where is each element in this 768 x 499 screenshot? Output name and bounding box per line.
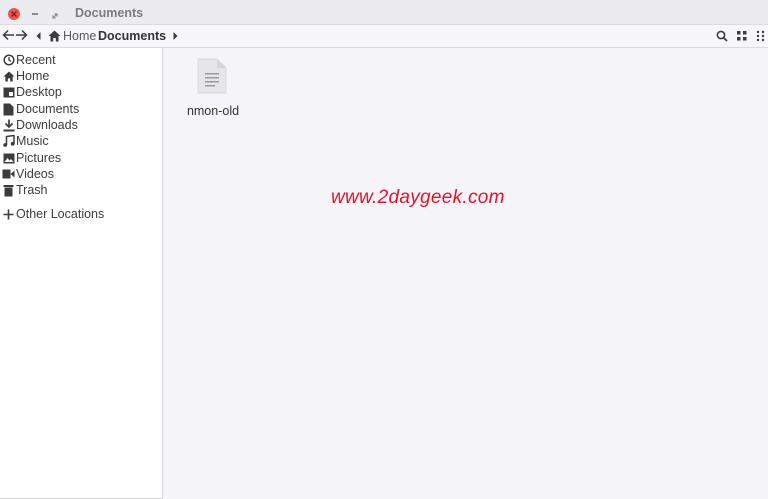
back-arrow-icon[interactable] [2, 29, 15, 41]
grid-view-icon[interactable] [737, 31, 747, 41]
sidebar-item-label: Videos [16, 167, 54, 181]
close-icon [11, 11, 17, 17]
sidebar-item-videos[interactable]: Videos [2, 166, 54, 182]
video-icon [2, 167, 15, 181]
file-view[interactable]: nmon-old www.2daygeek.com [163, 48, 768, 499]
breadcrumb-current[interactable]: Documents [98, 29, 166, 43]
plus-icon [2, 207, 15, 221]
desktop-icon [2, 85, 15, 99]
breadcrumb-home[interactable]: Home [63, 29, 96, 43]
sidebar-item-pictures[interactable]: Pictures [2, 150, 61, 166]
minimize-window-button[interactable] [30, 7, 40, 17]
sidebar-item-trash[interactable]: Trash [2, 182, 48, 198]
search-icon[interactable] [716, 30, 728, 42]
home-icon [2, 69, 15, 83]
text-file-icon [197, 58, 227, 94]
sidebar: Recent Home Desktop Documents Downloads … [0, 48, 163, 499]
sidebar-item-label: Recent [16, 53, 56, 67]
sidebar-item-music[interactable]: Music [2, 133, 49, 149]
sidebar-item-documents[interactable]: Documents [2, 101, 79, 117]
maximize-icon [52, 13, 58, 19]
download-icon [2, 118, 15, 132]
watermark-text: www.2daygeek.com [331, 187, 505, 208]
home-icon[interactable] [48, 30, 61, 42]
sidebar-item-label: Downloads [16, 118, 78, 132]
sidebar-item-home[interactable]: Home [2, 68, 49, 84]
sidebar-item-label: Home [16, 69, 50, 83]
sidebar-item-label: Other Locations [16, 207, 105, 221]
sidebar-item-label: Documents [16, 102, 80, 116]
sidebar-item-label: Trash [16, 183, 48, 197]
sidebar-item-downloads[interactable]: Downloads [2, 117, 78, 133]
sidebar-item-label: Desktop [16, 85, 62, 99]
sidebar-item-label: Music [16, 134, 49, 148]
sidebar-item-desktop[interactable]: Desktop [2, 84, 62, 100]
toolbar: Home Documents [0, 25, 768, 48]
clock-icon [2, 53, 15, 67]
forward-arrow-icon[interactable] [15, 29, 28, 41]
picture-icon [2, 151, 15, 165]
document-icon [2, 102, 15, 116]
window-title: Documents [75, 6, 144, 20]
breadcrumb-right-chevron-icon[interactable] [173, 32, 178, 40]
file-name: nmon-old [186, 104, 240, 118]
music-icon [2, 134, 15, 148]
breadcrumb-left-chevron-icon[interactable] [36, 32, 41, 40]
trash-icon [2, 183, 15, 197]
title-bar: Documents [0, 0, 768, 25]
sidebar-item-label: Pictures [16, 151, 62, 165]
sidebar-item-other-locations[interactable]: Other Locations [2, 206, 104, 222]
maximize-window-button[interactable] [50, 8, 60, 19]
menu-icon[interactable] [756, 30, 766, 42]
sidebar-item-recent[interactable]: Recent [2, 52, 56, 68]
close-window-button[interactable] [8, 8, 20, 20]
